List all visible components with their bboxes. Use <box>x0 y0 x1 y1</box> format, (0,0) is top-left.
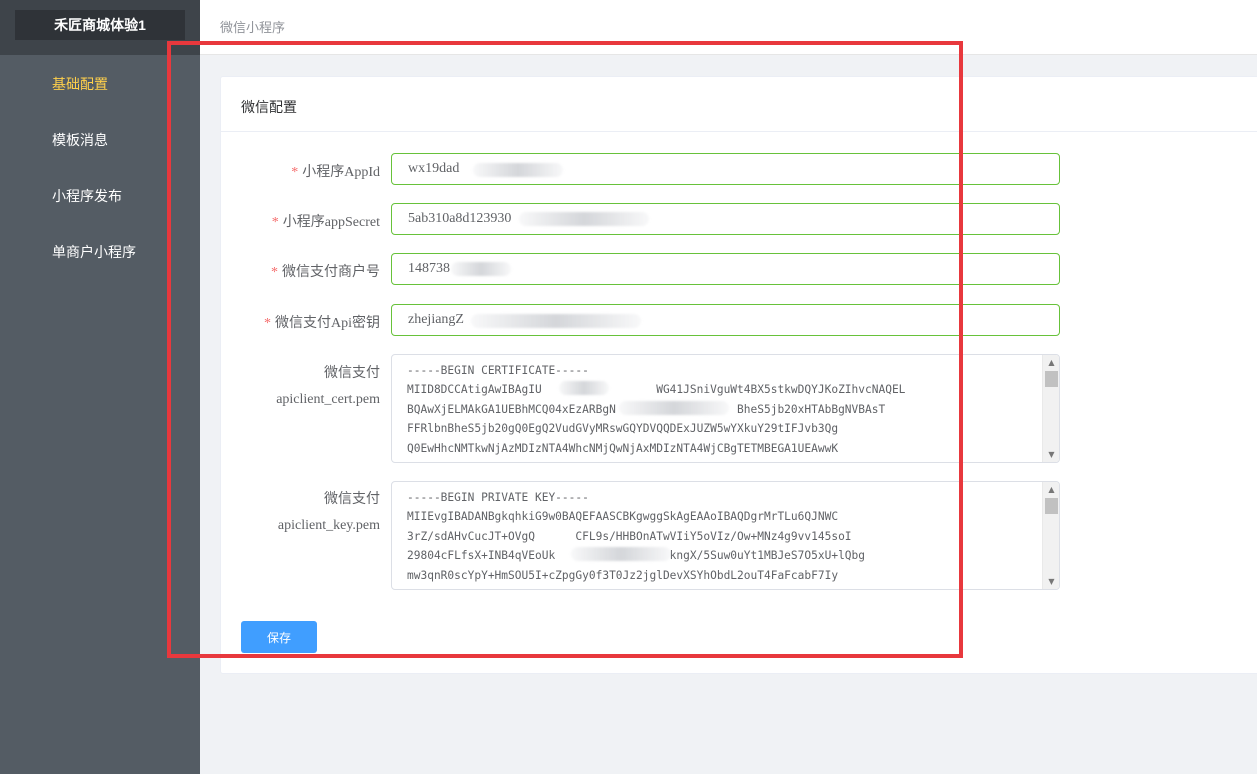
redaction-blur <box>519 212 649 226</box>
breadcrumb: 微信小程序 <box>220 20 286 35</box>
sidebar-item-single-merchant[interactable]: 单商户小程序 <box>0 224 200 280</box>
scroll-thumb[interactable] <box>1045 498 1058 514</box>
save-button[interactable]: 保存 <box>241 621 317 653</box>
card-header: 微信配置 <box>221 77 1257 132</box>
sidebar-brand: 禾匠商城体验1 <box>0 0 200 55</box>
key-pem-textarea[interactable]: -----BEGIN PRIVATE KEY----- MIIEvgIBADAN… <box>391 481 1060 590</box>
key-pem-label: 微信支付 apiclient_key.pem <box>277 492 380 533</box>
redaction-blur <box>473 163 563 177</box>
required-mark: * <box>291 165 299 180</box>
redaction-blur <box>619 401 729 415</box>
sidebar: 禾匠商城体验1 基础配置 模板消息 小程序发布 单商户小程序 <box>0 0 200 774</box>
redaction-blur <box>559 381 609 395</box>
cert-pem-label: 微信支付 apiclient_cert.pem <box>276 366 380 407</box>
required-mark: * <box>264 316 271 331</box>
required-mark: * <box>271 265 278 280</box>
appid-label: * 小程序AppId <box>291 165 380 180</box>
api-key-label: * 微信支付Api密钥 <box>264 316 380 331</box>
sidebar-item-miniprogram-publish[interactable]: 小程序发布 <box>0 168 200 224</box>
app-secret-label: * 小程序appSecret <box>271 215 380 230</box>
scrollbar[interactable]: ▲ ▼ <box>1042 482 1059 589</box>
redaction-blur <box>471 314 641 328</box>
required-mark: * <box>271 215 279 230</box>
card-title: 微信配置 <box>241 99 297 115</box>
brand-title: 禾匠商城体验1 <box>15 10 185 40</box>
scroll-up-arrow-icon[interactable]: ▲ <box>1043 355 1059 370</box>
scrollbar[interactable]: ▲ ▼ <box>1042 355 1059 462</box>
scroll-thumb[interactable] <box>1045 371 1058 387</box>
redaction-blur <box>571 547 671 561</box>
merchant-id-label: * 微信支付商户号 <box>271 265 380 280</box>
scroll-up-arrow-icon[interactable]: ▲ <box>1043 482 1059 497</box>
redaction-blur <box>451 262 511 276</box>
sidebar-item-basic-config[interactable]: 基础配置 <box>0 56 200 112</box>
scroll-down-arrow-icon[interactable]: ▼ <box>1043 447 1059 462</box>
top-bar: 微信小程序 <box>200 0 1257 55</box>
config-card: 微信配置 * 小程序AppId wx19dad * 小程序appSecret 5ab… <box>220 76 1257 674</box>
scroll-down-arrow-icon[interactable]: ▼ <box>1043 574 1059 589</box>
sidebar-item-template-message[interactable]: 模板消息 <box>0 112 200 168</box>
key-pem-content: -----BEGIN PRIVATE KEY----- MIIEvgIBADAN… <box>407 491 866 582</box>
app-secret-input[interactable]: 5ab310a8d123930 <box>391 203 1060 235</box>
